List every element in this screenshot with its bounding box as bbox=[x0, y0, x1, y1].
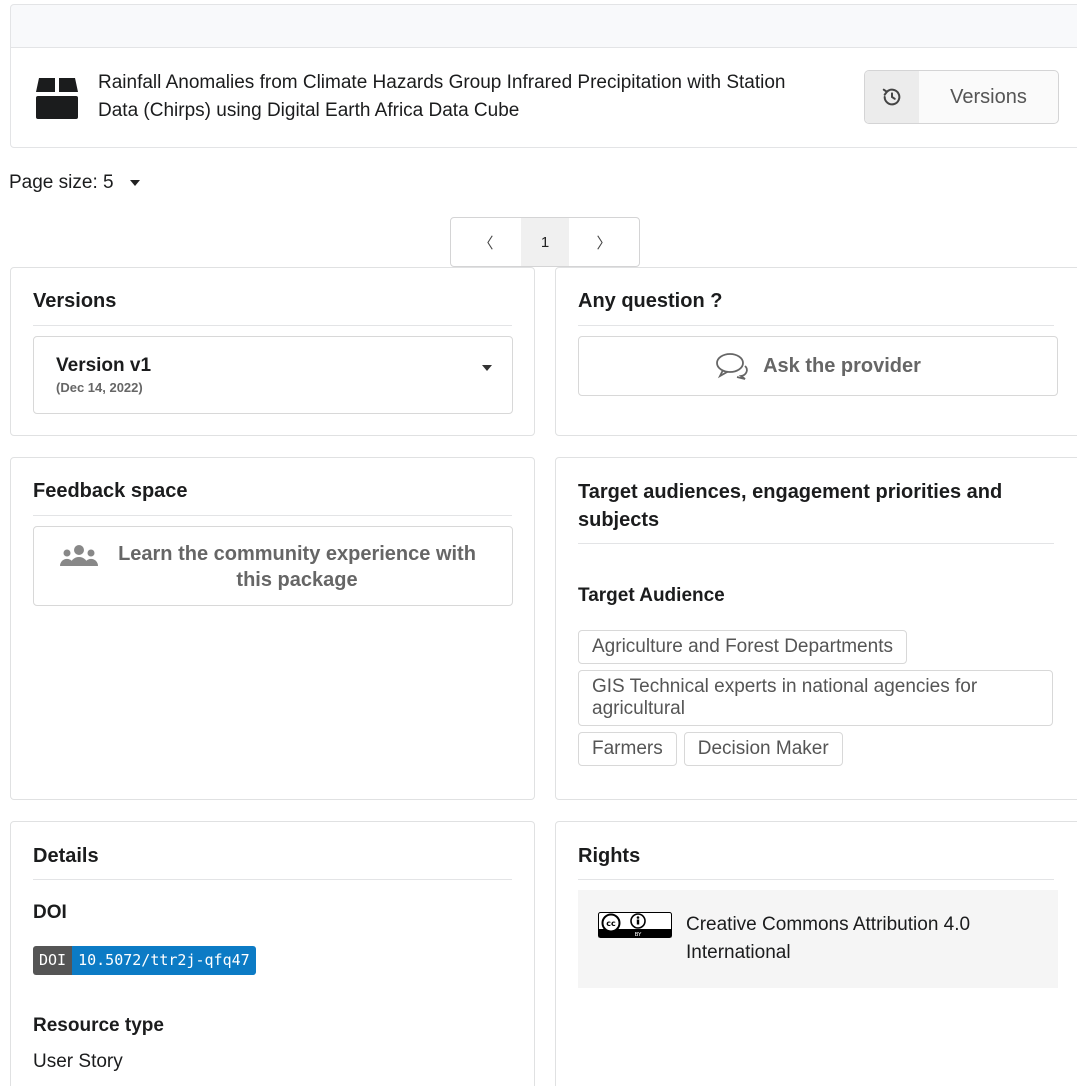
divider bbox=[33, 879, 512, 880]
audience-tag: Agriculture and Forest Departments bbox=[578, 630, 907, 664]
next-page-button[interactable]: 〉 bbox=[569, 218, 639, 266]
resource-type-value: User Story bbox=[33, 1051, 123, 1072]
details-card-title: Details bbox=[33, 845, 99, 867]
pagination: 〈 1 〉 bbox=[450, 217, 640, 267]
caret-down-icon bbox=[482, 365, 492, 371]
by-text: BY bbox=[635, 932, 642, 938]
page-size-label: Page size: 5 bbox=[9, 172, 114, 193]
feedback-card-title: Feedback space bbox=[33, 480, 188, 502]
doi-badge-value: 10.5072/ttr2j-qfq47 bbox=[72, 946, 256, 975]
license-text[interactable]: Creative Commons Attribution 4.0 Interna… bbox=[686, 911, 1026, 967]
license-box: cc BY Creative Commons Attribution 4.0 I… bbox=[578, 890, 1058, 988]
cc-text: cc bbox=[606, 919, 616, 928]
doi-badge[interactable]: DOI 10.5072/ttr2j-qfq47 bbox=[33, 946, 256, 975]
divider bbox=[578, 879, 1054, 880]
page-size-dropdown[interactable]: Page size: 5 bbox=[9, 172, 140, 194]
rights-card: Rights cc BY Creative Commons Attributio… bbox=[555, 821, 1077, 1086]
history-icon bbox=[865, 71, 919, 123]
divider bbox=[33, 515, 512, 516]
divider bbox=[578, 325, 1054, 326]
feedback-card: Feedback space Learn the community exper… bbox=[10, 457, 535, 800]
doi-label: DOI bbox=[33, 902, 67, 923]
chat-icon bbox=[716, 353, 748, 380]
question-card: Any question ? Ask the provider bbox=[555, 267, 1077, 436]
selected-version: Version v1 bbox=[56, 355, 152, 376]
package-icon bbox=[36, 78, 78, 119]
details-card: Details DOI DOI 10.5072/ttr2j-qfq47 Reso… bbox=[10, 821, 535, 1086]
audience-tag: Farmers bbox=[578, 732, 677, 766]
prev-page-button[interactable]: 〈 bbox=[451, 218, 521, 266]
rights-card-title: Rights bbox=[578, 845, 641, 867]
audience-tag: Decision Maker bbox=[683, 732, 843, 766]
package-title: Rainfall Anomalies from Climate Hazards … bbox=[98, 72, 786, 121]
cc-by-license-icon: cc BY bbox=[598, 912, 672, 938]
versions-button-label: Versions bbox=[950, 85, 1027, 108]
version-select[interactable]: Version v1 (Dec 14, 2022) bbox=[33, 336, 513, 414]
caret-down-icon bbox=[129, 180, 140, 186]
versions-card-title: Versions bbox=[33, 290, 117, 312]
resource-type-label: Resource type bbox=[33, 1015, 164, 1036]
ask-provider-label: Ask the provider bbox=[763, 354, 921, 377]
audience-tags: Agriculture and Forest Departments GIS T… bbox=[578, 630, 1058, 772]
current-page-button[interactable]: 1 bbox=[521, 218, 569, 266]
doi-badge-key: DOI bbox=[33, 946, 73, 975]
community-experience-button[interactable]: Learn the community experience with this… bbox=[33, 526, 513, 606]
divider bbox=[33, 325, 512, 326]
top-bar bbox=[10, 4, 1077, 48]
audience-card-title: Target audiences, engagement priorities … bbox=[578, 481, 1003, 531]
users-icon bbox=[59, 545, 99, 566]
package-header: Rainfall Anomalies from Climate Hazards … bbox=[10, 47, 1077, 148]
versions-card: Versions Version v1 (Dec 14, 2022) bbox=[10, 267, 535, 436]
target-audience-label: Target Audience bbox=[578, 585, 725, 606]
versions-button[interactable]: Versions bbox=[864, 70, 1059, 124]
ask-provider-button[interactable]: Ask the provider bbox=[578, 336, 1058, 396]
audience-card: Target audiences, engagement priorities … bbox=[555, 457, 1077, 800]
community-experience-label: Learn the community experience with this… bbox=[118, 543, 476, 591]
question-card-title: Any question ? bbox=[578, 290, 723, 312]
audience-tag: GIS Technical experts in national agenci… bbox=[578, 670, 1053, 726]
divider bbox=[578, 543, 1054, 544]
selected-version-date: (Dec 14, 2022) bbox=[56, 380, 143, 395]
